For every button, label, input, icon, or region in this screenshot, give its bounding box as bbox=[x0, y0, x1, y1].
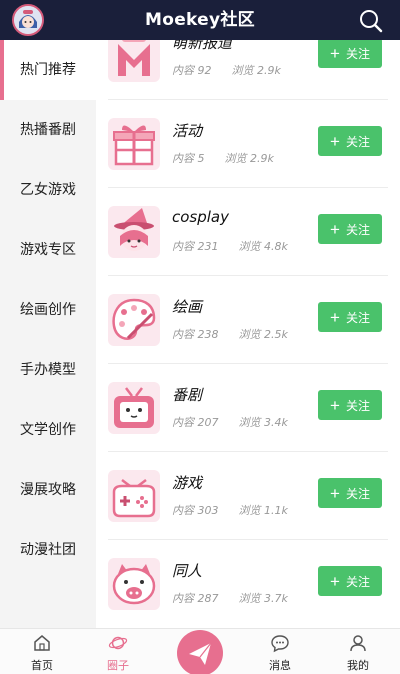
tv-icon bbox=[108, 382, 160, 434]
tab-label: 我的 bbox=[347, 659, 369, 672]
circle-stats: 内容 303 浏览 1.1k bbox=[172, 504, 288, 517]
sidebar-item-label: 热门推荐 bbox=[20, 62, 76, 78]
sidebar-item-anime[interactable]: 热播番剧 bbox=[0, 100, 96, 160]
tab-mine[interactable]: 我的 bbox=[318, 629, 398, 674]
witch-girl-icon bbox=[108, 206, 160, 258]
chat-bubble-icon bbox=[270, 633, 290, 653]
circle-name: 萌新报道 bbox=[172, 40, 233, 52]
plus-icon: + bbox=[330, 131, 340, 151]
sidebar-item-label: 漫展攻略 bbox=[20, 482, 76, 498]
circle-name: 游戏 bbox=[172, 474, 203, 492]
home-icon bbox=[32, 633, 52, 653]
follow-button[interactable]: + 关注 bbox=[318, 566, 382, 596]
sidebar-item-hot[interactable]: 热门推荐 bbox=[0, 40, 96, 100]
sidebar-item-label: 动漫社团 bbox=[20, 542, 76, 558]
tab-label: 消息 bbox=[269, 659, 291, 672]
follow-button[interactable]: + 关注 bbox=[318, 478, 382, 508]
sidebar-item-figures[interactable]: 手办模型 bbox=[0, 340, 96, 400]
gift-box-icon bbox=[108, 118, 160, 170]
sidebar-item-label: 热播番剧 bbox=[20, 122, 76, 138]
follow-button[interactable]: + 关注 bbox=[318, 126, 382, 156]
circle-name: 绘画 bbox=[172, 298, 203, 316]
sidebar-item-label: 游戏专区 bbox=[20, 242, 76, 258]
plus-icon: + bbox=[330, 219, 340, 239]
tab-messages[interactable]: 消息 bbox=[240, 629, 320, 674]
category-sidebar: 热门推荐 热播番剧 乙女游戏 游戏专区 绘画创作 手办模型 文学创作 漫展攻略 … bbox=[0, 40, 96, 628]
plus-icon: + bbox=[330, 395, 340, 415]
search-icon[interactable] bbox=[358, 8, 384, 34]
follow-button[interactable]: + 关注 bbox=[318, 302, 382, 332]
sidebar-item-drawing[interactable]: 绘画创作 bbox=[0, 280, 96, 340]
list-item[interactable]: 游戏 内容 303 浏览 1.1k + 关注 bbox=[96, 452, 400, 540]
circle-name: 番剧 bbox=[172, 386, 203, 404]
list-item[interactable]: 绘画 内容 238 浏览 2.5k + 关注 bbox=[96, 276, 400, 364]
follow-button[interactable]: + 关注 bbox=[318, 390, 382, 420]
tab-circle[interactable]: 圈子 bbox=[78, 629, 158, 674]
circle-name: 同人 bbox=[172, 562, 203, 580]
page-title: Moekey社区 bbox=[145, 10, 255, 30]
circle-stats: 内容 5 浏览 2.9k bbox=[172, 152, 274, 165]
circle-name: 活动 bbox=[172, 122, 203, 140]
cute-pig-icon bbox=[108, 558, 160, 610]
plus-icon: + bbox=[330, 483, 340, 503]
list-item[interactable]: 活动 内容 5 浏览 2.9k + 关注 bbox=[96, 100, 400, 188]
circle-stats: 内容 207 浏览 3.4k bbox=[172, 416, 288, 429]
sidebar-item-writing[interactable]: 文学创作 bbox=[0, 400, 96, 460]
gamepad-icon bbox=[108, 470, 160, 522]
tab-label: 首页 bbox=[31, 659, 53, 672]
tab-label: 圈子 bbox=[107, 659, 129, 672]
sidebar-item-games[interactable]: 游戏专区 bbox=[0, 220, 96, 280]
follow-button[interactable]: + 关注 bbox=[318, 40, 382, 68]
circle-stats: 内容 238 浏览 2.5k bbox=[172, 328, 288, 341]
list-item[interactable]: 同人 内容 287 浏览 3.7k + 关注 bbox=[96, 540, 400, 628]
follow-button[interactable]: + 关注 bbox=[318, 214, 382, 244]
list-item[interactable]: 番剧 内容 207 浏览 3.4k + 关注 bbox=[96, 364, 400, 452]
paper-plane-icon bbox=[189, 642, 212, 665]
circle-name: cosplay bbox=[172, 208, 229, 226]
sidebar-item-clubs[interactable]: 动漫社团 bbox=[0, 520, 96, 580]
circle-stats: 内容 92 浏览 2.9k bbox=[172, 64, 281, 77]
plus-icon: + bbox=[330, 43, 340, 63]
planet-icon bbox=[108, 633, 128, 653]
list-item[interactable]: 萌新报道 内容 92 浏览 2.9k + 关注 bbox=[96, 40, 400, 100]
app-header: Moekey社区 bbox=[0, 0, 400, 40]
sidebar-item-label: 文学创作 bbox=[20, 422, 76, 438]
paint-palette-icon bbox=[108, 294, 160, 346]
circle-stats: 内容 231 浏览 4.8k bbox=[172, 240, 288, 253]
circle-list: 萌新报道 内容 92 浏览 2.9k + 关注 活动 内容 5 浏览 2.9k + 关注 bbox=[96, 40, 400, 628]
sidebar-item-label: 手办模型 bbox=[20, 362, 76, 378]
list-item[interactable]: cosplay 内容 231 浏览 4.8k + 关注 bbox=[96, 188, 400, 276]
letter-m-icon bbox=[108, 40, 160, 82]
sidebar-item-label: 乙女游戏 bbox=[20, 182, 76, 198]
user-icon bbox=[348, 633, 368, 653]
sidebar-item-expo[interactable]: 漫展攻略 bbox=[0, 460, 96, 520]
sidebar-item-otome[interactable]: 乙女游戏 bbox=[0, 160, 96, 220]
plus-icon: + bbox=[330, 307, 340, 327]
plus-icon: + bbox=[330, 571, 340, 591]
publish-button[interactable] bbox=[175, 628, 225, 674]
tab-home[interactable]: 首页 bbox=[2, 629, 82, 674]
circle-stats: 内容 287 浏览 3.7k bbox=[172, 592, 288, 605]
sidebar-item-label: 绘画创作 bbox=[20, 302, 76, 318]
